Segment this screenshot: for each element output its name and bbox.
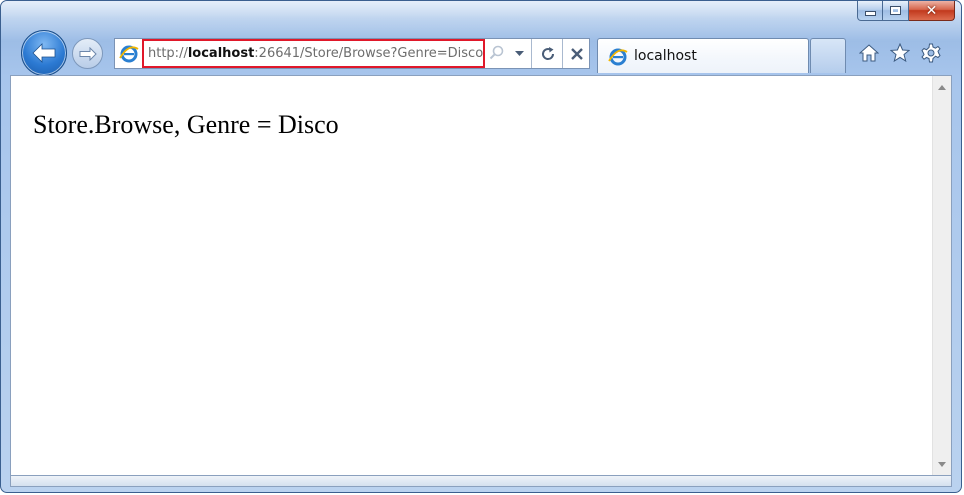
new-tab-button[interactable] <box>810 38 846 73</box>
home-icon <box>859 44 879 62</box>
status-bar <box>10 476 952 487</box>
minimize-button[interactable] <box>857 1 883 21</box>
close-window-button[interactable]: ✕ <box>909 1 955 21</box>
forward-button[interactable] <box>72 38 103 69</box>
back-arrow-icon <box>32 43 56 63</box>
address-separator <box>531 39 532 68</box>
forward-arrow-icon <box>79 46 97 61</box>
maximize-icon <box>890 6 901 15</box>
browser-window: ✕ http://localhost:26641/Store/Browse?Ge… <box>0 0 962 493</box>
ie-tab-icon <box>608 48 628 66</box>
stop-x-icon <box>570 47 583 60</box>
back-button[interactable] <box>21 30 67 76</box>
ie-page-icon <box>119 45 139 63</box>
url-prefix: http:// <box>148 46 188 61</box>
tab-title: localhost <box>634 48 697 64</box>
favorites-button[interactable] <box>889 42 911 64</box>
url-host: localhost <box>187 46 255 61</box>
tools-button[interactable] <box>920 42 942 64</box>
scroll-up-button[interactable] <box>933 78 951 96</box>
page-body-text: Store.Browse, Genre = Disco <box>33 110 339 139</box>
chevron-down-icon <box>514 50 524 56</box>
frame-glass <box>1 1 961 41</box>
favorites-star-icon <box>890 43 910 63</box>
scroll-down-button[interactable] <box>933 455 951 473</box>
search-icon[interactable] <box>489 45 505 61</box>
page-viewport: Store.Browse, Genre = Disco <box>10 75 952 476</box>
minimize-icon <box>864 11 876 16</box>
arrow-up-icon <box>938 84 946 90</box>
window-caption-buttons: ✕ <box>857 1 955 23</box>
stop-button[interactable] <box>563 39 590 68</box>
arrow-down-icon <box>938 461 946 467</box>
address-bar: http://localhost:26641/Store/Browse?Genr… <box>114 38 590 69</box>
url-input[interactable]: http://localhost:26641/Store/Browse?Genr… <box>142 39 485 68</box>
refresh-button[interactable] <box>534 39 562 68</box>
maximize-button[interactable] <box>883 1 909 21</box>
tab-localhost[interactable]: localhost <box>597 38 809 73</box>
vertical-scrollbar[interactable] <box>932 76 951 475</box>
url-path: :26641/Store/Browse?Genre=Disco <box>254 46 484 61</box>
close-icon: ✕ <box>925 2 938 19</box>
tools-gear-icon <box>921 43 941 63</box>
refresh-icon <box>542 46 555 60</box>
address-dropdown-button[interactable] <box>513 44 525 62</box>
home-button[interactable] <box>858 42 880 64</box>
